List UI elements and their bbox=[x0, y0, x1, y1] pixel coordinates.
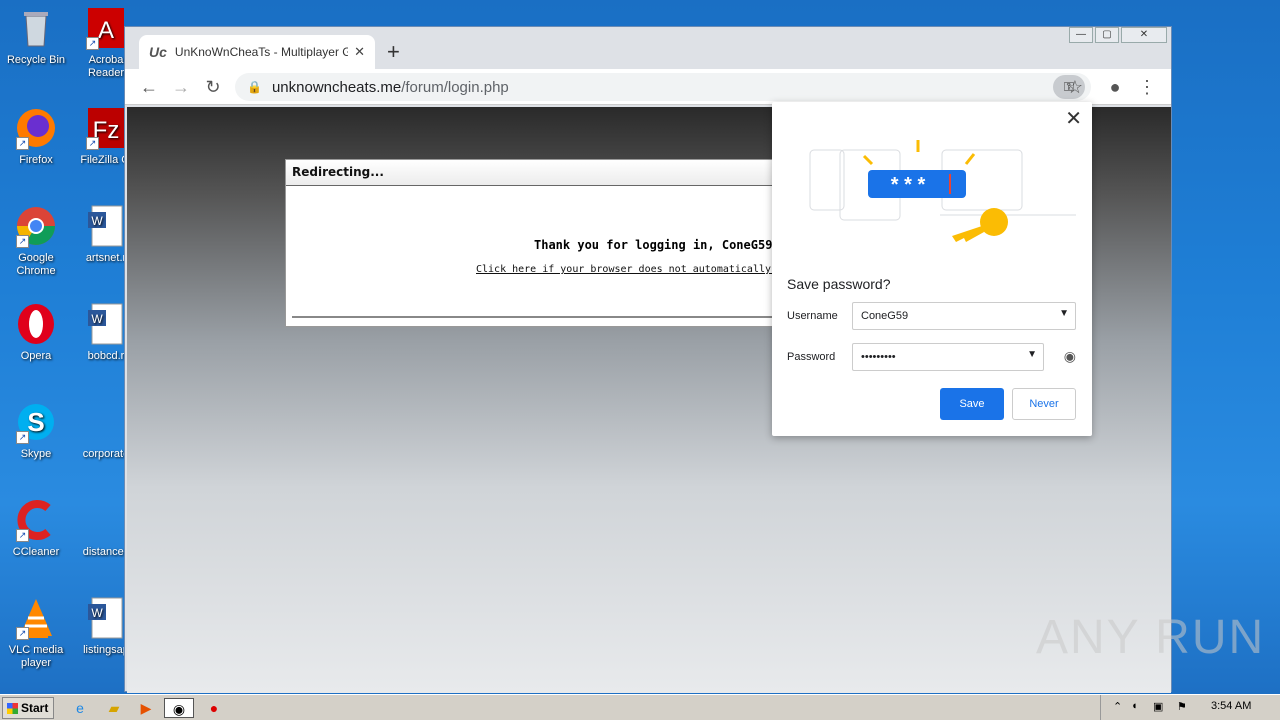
desktop-icon-label: corporate bbox=[82, 448, 130, 460]
ccleaner-icon: ↗ bbox=[14, 498, 58, 542]
password-value: ••••••••• bbox=[861, 351, 896, 363]
file-icon bbox=[84, 400, 128, 444]
close-tab-icon[interactable]: ✕ bbox=[354, 44, 365, 60]
skype-icon: S ↗ bbox=[14, 400, 58, 444]
tray-expand-icon[interactable]: ⌃ bbox=[1113, 700, 1122, 713]
media-player-icon[interactable]: ▶ bbox=[136, 698, 156, 718]
desktop-icon-label: Acroba Reader bbox=[87, 54, 125, 79]
divider bbox=[292, 316, 784, 318]
recycle-bin-icon bbox=[14, 6, 58, 50]
url-domain: unknowncheats.me bbox=[271, 78, 402, 96]
profile-icon[interactable]: ● bbox=[1103, 75, 1127, 99]
desktop-icon-skype[interactable]: S ↗ Skype bbox=[0, 400, 72, 461]
taskbar: Start e ▰ ▶ ◉ ● ⌃ ◖ ▣ ⚑ 3:54 AM bbox=[0, 694, 1280, 720]
chrome-taskbar-icon[interactable]: ◉ bbox=[164, 698, 194, 718]
ie-icon[interactable]: e bbox=[70, 698, 90, 718]
password-select[interactable]: ••••••••• ▼ bbox=[852, 343, 1044, 371]
desktop-icon-recycle-bin[interactable]: Recycle Bin bbox=[0, 6, 72, 67]
redirect-link[interactable]: Click here if your browser does not auto… bbox=[476, 264, 801, 275]
svg-text:S: S bbox=[27, 407, 44, 437]
firefox-icon: ↗ bbox=[14, 106, 58, 150]
desktop-icon-label: Skype bbox=[20, 448, 52, 460]
dialog-title: Save password? bbox=[787, 276, 891, 292]
desktop-icon-label: artsnet.r bbox=[85, 252, 127, 264]
back-icon[interactable]: ← bbox=[137, 75, 161, 99]
clock[interactable]: 3:54 AM bbox=[1211, 700, 1251, 712]
username-select[interactable]: ConeG59 ▼ bbox=[852, 302, 1076, 330]
svg-text:W: W bbox=[91, 214, 103, 228]
desktop-icon-label: Recycle Bin bbox=[6, 54, 66, 66]
desktop-icon-vlc[interactable]: ↗ VLC media player bbox=[0, 596, 72, 670]
desktop-icon-chrome[interactable]: ↗ Google Chrome bbox=[0, 204, 72, 278]
show-password-eye-icon[interactable]: ◉ bbox=[1064, 348, 1076, 365]
volume-icon[interactable]: ◖ bbox=[1131, 700, 1138, 712]
start-button[interactable]: Start bbox=[2, 697, 54, 719]
minimize-button[interactable]: — bbox=[1069, 27, 1093, 43]
opera-taskbar-icon[interactable]: ● bbox=[204, 698, 224, 718]
never-button[interactable]: Never bbox=[1012, 388, 1076, 420]
desktop-icon-label: Opera bbox=[20, 350, 52, 362]
redirect-header: Redirecting... bbox=[286, 160, 784, 186]
window-controls: — ▢ ✕ bbox=[1069, 27, 1167, 43]
desktop-icon-label: listingsap bbox=[83, 644, 129, 656]
maximize-button[interactable]: ▢ bbox=[1095, 27, 1119, 43]
desktop-icon-opera[interactable]: Opera bbox=[0, 302, 72, 363]
url-path: /forum/login.php bbox=[401, 78, 509, 96]
desktop-icon-firefox[interactable]: ↗ Firefox bbox=[0, 106, 72, 167]
desktop-icon-label: Firefox bbox=[19, 154, 53, 166]
tab-active[interactable]: Uc UnKnoWnCheaTs - Multiplayer Game ✕ bbox=[139, 35, 375, 69]
desktop-icon-label: bobcd.r bbox=[87, 350, 125, 362]
desktop-icon-ccleaner[interactable]: ↗ CCleaner bbox=[0, 498, 72, 559]
svg-text:W: W bbox=[91, 312, 103, 326]
chevron-down-icon: ▼ bbox=[1059, 308, 1069, 319]
system-tray: ⌃ ◖ ▣ ⚑ 3:54 AM bbox=[1100, 695, 1280, 720]
action-center-flag-icon[interactable]: ⚑ bbox=[1177, 700, 1187, 713]
forward-icon[interactable]: → bbox=[169, 75, 193, 99]
anyrun-watermark: ANY RUN bbox=[1036, 611, 1266, 664]
tab-title: UnKnoWnCheaTs - Multiplayer Game bbox=[174, 45, 349, 59]
desktop-icon-label: Google Chrome bbox=[16, 252, 56, 277]
vlc-icon: ↗ bbox=[14, 596, 58, 640]
browser-toolbar: ← → ↻ 🔒 unknowncheats.me/forum/login.php… bbox=[125, 69, 1171, 105]
svg-text:W: W bbox=[91, 606, 103, 620]
chrome-icon: ↗ bbox=[14, 204, 58, 248]
save-password-dialog: ✕ * * * Save password? Username ConeG59 … bbox=[772, 102, 1092, 436]
word-doc-icon: W bbox=[84, 596, 128, 640]
opera-icon bbox=[14, 302, 58, 346]
desktop-icon-label: distances bbox=[82, 546, 130, 558]
desktop-icon-label: VLC media player bbox=[8, 644, 64, 669]
word-doc-icon: W bbox=[84, 302, 128, 346]
illus-stars: * * * bbox=[891, 174, 926, 196]
acrobat-icon: A ↗ bbox=[84, 6, 128, 50]
lock-icon: 🔒 bbox=[247, 80, 262, 94]
file-icon bbox=[84, 498, 128, 542]
password-illustration-icon: * * * bbox=[809, 140, 1076, 242]
username-label: Username bbox=[787, 310, 838, 322]
redirect-box: Redirecting... Thank you for logging in,… bbox=[285, 159, 801, 327]
close-window-button[interactable]: ✕ bbox=[1121, 27, 1167, 43]
explorer-folder-icon[interactable]: ▰ bbox=[104, 698, 124, 718]
chevron-down-icon: ▼ bbox=[1027, 349, 1037, 360]
save-button[interactable]: Save bbox=[940, 388, 1004, 420]
bookmark-star-icon[interactable]: ☆ bbox=[1063, 75, 1087, 99]
tab-favicon: Uc bbox=[149, 44, 167, 60]
filezilla-icon: Fz ↗ bbox=[84, 106, 128, 150]
new-tab-button[interactable]: + bbox=[387, 39, 400, 65]
menu-kebab-icon[interactable]: ⋮ bbox=[1135, 75, 1159, 99]
word-doc-icon: W bbox=[84, 204, 128, 248]
password-label: Password bbox=[787, 351, 836, 363]
desktop-icon-label: CCleaner bbox=[12, 546, 60, 558]
network-icon[interactable]: ▣ bbox=[1153, 700, 1163, 713]
reload-icon[interactable]: ↻ bbox=[201, 75, 225, 99]
svg-text:A: A bbox=[98, 17, 114, 44]
login-message: Thank you for logging in, ConeG59. bbox=[534, 238, 780, 252]
username-value: ConeG59 bbox=[861, 310, 909, 322]
address-bar[interactable]: 🔒 unknowncheats.me/forum/login.php ⚿ bbox=[235, 73, 1091, 101]
